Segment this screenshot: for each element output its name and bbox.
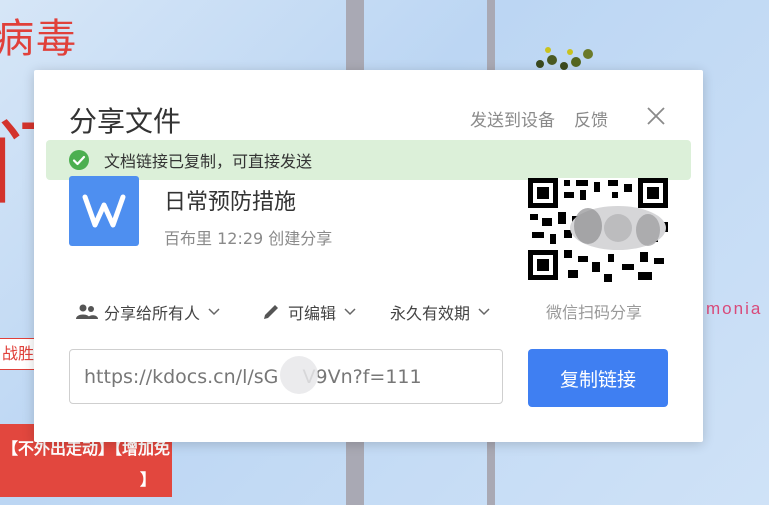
chevron-down-icon: [478, 308, 490, 316]
validity-label: 永久有效期: [390, 304, 471, 323]
send-to-device-link[interactable]: 发送到设备: [470, 106, 555, 131]
validity-dropdown[interactable]: 永久有效期: [390, 300, 490, 324]
check-circle-icon: [69, 150, 89, 170]
chevron-down-icon: [344, 308, 356, 316]
permission-label: 可编辑: [288, 304, 337, 323]
file-name: 日常预防措施: [164, 190, 297, 215]
share-scope-dropdown[interactable]: 分享给所有人: [76, 300, 220, 324]
writer-w-glyph: [82, 194, 126, 228]
bg-red-banner-line2: 】: [139, 470, 156, 489]
bg-poster-title: 病毒: [0, 16, 78, 62]
dialog-title: 分享文件: [69, 105, 182, 138]
pencil-icon: [264, 305, 278, 319]
wps-writer-icon: [69, 176, 139, 246]
share-dialog: 分享文件 发送到设备 反馈 文档链接已复制，可直接发送 日常预防措施 百布里 1…: [34, 70, 703, 442]
qr-code: [528, 178, 668, 284]
users-icon: [76, 304, 98, 319]
qr-caption: 微信扫码分享: [546, 303, 643, 322]
feedback-link[interactable]: 反馈: [574, 106, 608, 131]
success-toast: 文档链接已复制，可直接发送: [46, 140, 691, 180]
bg-side-text: monia: [706, 299, 763, 318]
chevron-down-icon: [208, 308, 220, 316]
copy-link-button[interactable]: 复制链接: [528, 349, 668, 407]
toast-message: 文档链接已复制，可直接发送: [104, 152, 313, 171]
share-scope-label: 分享给所有人: [104, 304, 201, 323]
url-redaction: [280, 356, 318, 394]
file-meta: 百布里 12:29 创建分享: [164, 229, 333, 248]
close-icon[interactable]: [644, 104, 668, 128]
permission-dropdown[interactable]: 可编辑: [262, 300, 356, 324]
